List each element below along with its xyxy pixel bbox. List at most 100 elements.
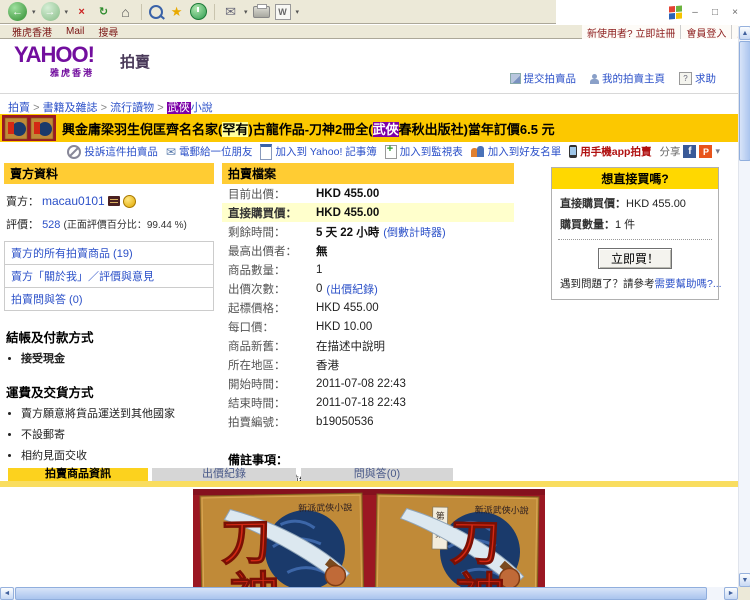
auction-row-time-left: 剩餘時間：5 天 22 小時(倒數計時器) xyxy=(222,222,514,241)
my-auction-label[interactable]: 我的拍賣主頁 xyxy=(602,71,665,86)
auction-qa-link[interactable]: 拍賣問與答 (0) xyxy=(5,288,213,311)
seller-sidebar: 賣方資料 賣方： macau0101 評價： 528 (正面評價百分比：99.4… xyxy=(4,163,214,468)
horizontal-scrollbar[interactable]: ◄ ► xyxy=(0,587,738,600)
auction-row-current-bid: 目前出價：HKD 455.00 xyxy=(222,184,514,203)
bid-records-link[interactable]: (出價紀錄) xyxy=(326,281,377,297)
yahoo-logo[interactable]: YAHOO! 雅虎香港 xyxy=(14,45,94,83)
auction-row-start-price: 起標價格：HKD 455.00 xyxy=(222,298,514,317)
add-notebook-label[interactable]: 加入到 Yahoo! 記事簿 xyxy=(275,144,376,159)
header-links: 提交拍賣品 我的拍賣主頁 ?求助 xyxy=(510,71,717,86)
scroll-left-button[interactable]: ◄ xyxy=(0,587,14,600)
product-photo: 新派武俠小說 刀 神 新派武俠小說 第二集 刀 神 xyxy=(193,489,545,587)
item-thumbnail[interactable] xyxy=(2,115,56,141)
close-button[interactable]: × xyxy=(728,7,742,18)
shipping-item: 不設郵寄 xyxy=(21,426,214,442)
vertical-scrollbar[interactable]: ▲ ▼ xyxy=(738,26,750,587)
back-icon[interactable]: ← xyxy=(8,2,27,21)
facebook-icon[interactable]: f xyxy=(683,145,696,158)
favorites-icon[interactable]: ★ xyxy=(168,3,185,20)
seller-label: 賣方： xyxy=(6,193,39,209)
seller-about-link[interactable]: 賣方「關於我」／評價與意見 xyxy=(5,265,213,288)
mail-icon[interactable]: ✉ xyxy=(222,3,239,20)
tab-qa[interactable]: 問與答(0) xyxy=(301,468,453,481)
add-friends-link[interactable]: 加入到好友名單 xyxy=(471,144,562,159)
seller-all-items-link[interactable]: 賣方的所有拍賣商品 (19) xyxy=(5,242,213,265)
register-link[interactable]: 新使用者? 立即註冊 xyxy=(582,25,681,40)
seller-card-icon[interactable] xyxy=(108,196,120,206)
tab-item-info[interactable]: 拍賣商品資訊 xyxy=(8,468,148,481)
forward-dropdown-icon[interactable]: ▾ xyxy=(65,8,69,16)
seller-id-link[interactable]: macau0101 xyxy=(42,194,105,208)
stop-icon[interactable]: × xyxy=(73,3,90,20)
screen: ← ▾ → ▾ × ↻ ⌂ ★ ✉ ▾ W ▾ – □ × 雅虎香港 Mail … xyxy=(0,0,750,600)
breadcrumb-auction[interactable]: 拍賣 xyxy=(8,102,30,114)
edit-dropdown-icon[interactable]: ▾ xyxy=(296,8,300,16)
scrollbar-corner xyxy=(738,587,750,600)
scroll-up-button[interactable]: ▲ xyxy=(739,26,750,40)
seller-medal-icon[interactable] xyxy=(123,195,136,208)
seller-links-box: 賣方的所有拍賣商品 (19) 賣方「關於我」／評價與意見 拍賣問與答 (0) xyxy=(4,241,214,311)
mail-dropdown-icon[interactable]: ▾ xyxy=(244,8,248,16)
pencil-icon xyxy=(510,73,521,84)
my-auction-link[interactable]: 我的拍賣主頁 xyxy=(590,71,665,86)
email-friend-link[interactable]: ✉電郵給一位朋友 xyxy=(166,144,253,159)
submit-item-link[interactable]: 提交拍賣品 xyxy=(510,71,577,86)
share-dropdown-icon[interactable]: ▾ xyxy=(715,146,720,157)
add-document-icon xyxy=(385,145,397,159)
book-caption: 新派武俠小說 xyxy=(475,504,529,516)
payment-list: 接受現金 xyxy=(4,350,214,366)
auction-row-location: 所在地區：香港 xyxy=(222,355,514,374)
links-bar-yahoo[interactable]: 雅虎香港 xyxy=(12,24,52,39)
submit-item-label[interactable]: 提交拍賣品 xyxy=(524,71,577,86)
tab-underline-bar xyxy=(0,481,738,487)
auction-row-bid-count: 出價次數：0(出價紀錄) xyxy=(222,279,514,298)
email-friend-label[interactable]: 電郵給一位朋友 xyxy=(179,144,253,159)
rating-value-link[interactable]: 528 xyxy=(42,219,60,231)
countdown-timer-link[interactable]: (倒數計時器) xyxy=(383,224,445,240)
share-label: 分享 xyxy=(659,144,680,159)
mobile-app-label[interactable]: 用手機app拍賣 xyxy=(580,144,651,159)
refresh-icon[interactable]: ↻ xyxy=(95,3,112,20)
need-help-link[interactable]: 需要幫助嗎?... xyxy=(655,278,722,290)
breadcrumb-popular[interactable]: 流行讀物 xyxy=(110,102,154,114)
add-watchlist-link[interactable]: 加入到監視表 xyxy=(385,144,463,159)
scroll-right-button[interactable]: ► xyxy=(724,587,738,600)
help-link[interactable]: ?求助 xyxy=(679,71,716,86)
add-friends-label[interactable]: 加入到好友名單 xyxy=(488,144,562,159)
restore-button[interactable]: □ xyxy=(708,7,722,18)
report-label[interactable]: 投訴這件拍賣品 xyxy=(84,144,158,159)
back-dropdown-icon[interactable]: ▾ xyxy=(32,8,36,16)
toolbar-separator xyxy=(214,4,215,20)
auction-row-start-time: 開始時間：2011-07-08 22:43 xyxy=(222,374,514,393)
scroll-down-button[interactable]: ▼ xyxy=(739,573,750,587)
book-cover-left: 新派武俠小說 刀 神 xyxy=(200,493,364,587)
search-icon[interactable] xyxy=(149,5,163,19)
browser-toolbar: ← ▾ → ▾ × ↻ ⌂ ★ ✉ ▾ W ▾ xyxy=(0,0,556,24)
plurk-icon[interactable]: P xyxy=(699,145,712,158)
horizontal-scroll-thumb[interactable] xyxy=(15,587,707,600)
print-icon[interactable] xyxy=(253,6,270,18)
login-link[interactable]: 會員登入 xyxy=(681,25,732,40)
question-icon: ? xyxy=(679,72,692,85)
edit-icon[interactable]: W xyxy=(275,4,291,20)
buy-now-button[interactable]: 立即買！ xyxy=(598,248,672,269)
vertical-scroll-thumb[interactable] xyxy=(739,41,750,161)
report-item-link[interactable]: 投訴這件拍賣品 xyxy=(67,144,158,159)
breadcrumb-wuxia[interactable]: 武俠小說 xyxy=(167,102,213,114)
tab-bid-records[interactable]: 出價紀錄 xyxy=(152,468,296,481)
person-icon xyxy=(590,74,599,84)
history-icon[interactable] xyxy=(190,3,207,20)
breadcrumb-books[interactable]: 書籍及雜誌 xyxy=(43,102,98,114)
links-bar-search[interactable]: 搜尋 xyxy=(98,24,118,39)
mobile-app-link[interactable]: 用手機app拍賣 xyxy=(569,144,651,159)
home-icon[interactable]: ⌂ xyxy=(117,3,134,20)
buy-box-divider xyxy=(558,239,712,240)
forward-icon[interactable]: → xyxy=(41,2,60,21)
help-label[interactable]: 求助 xyxy=(695,71,716,86)
add-watchlist-label[interactable]: 加入到監視表 xyxy=(400,144,463,159)
item-title: 興金庸梁羽生倪匡齊名名家(罕有)古龍作品-刀神2冊全(武俠春秋出版社)當年訂價6… xyxy=(62,119,555,138)
add-notebook-link[interactable]: 加入到 Yahoo! 記事簿 xyxy=(260,144,376,160)
links-bar-mail[interactable]: Mail xyxy=(66,26,84,37)
buy-now-box: 想直接買嗎? 直接購買價：HKD 455.00 購買數量：1 件 立即買！ 遇到… xyxy=(551,167,719,300)
minimize-button[interactable]: – xyxy=(688,7,702,18)
